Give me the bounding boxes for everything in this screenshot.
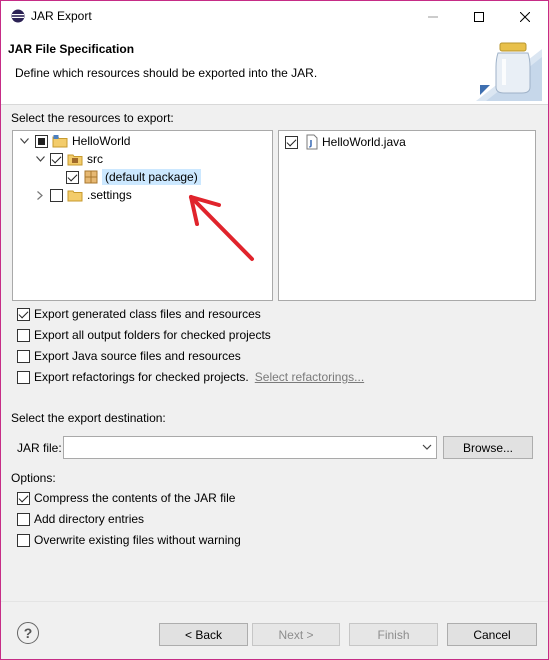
- tree-node-label: HelloWorld: [72, 134, 131, 148]
- window-title: JAR Export: [31, 9, 92, 23]
- minimize-button[interactable]: [410, 1, 456, 32]
- chevron-down-icon[interactable]: [422, 442, 432, 452]
- tree-node-settings[interactable]: .settings: [34, 186, 132, 204]
- tree-node-label: (default package): [102, 169, 201, 185]
- cancel-button[interactable]: Cancel: [447, 623, 537, 646]
- close-button[interactable]: [502, 1, 548, 32]
- list-item-label: HelloWorld.java: [322, 135, 406, 149]
- helloworld-java-checkbox[interactable]: [285, 135, 298, 149]
- jar-wizard-icon: [476, 42, 542, 101]
- tree-node-helloworld[interactable]: HelloWorld: [18, 132, 130, 150]
- export-refactorings-option[interactable]: Export refactorings for checked projects…: [17, 370, 364, 384]
- page-title: JAR File Specification: [8, 42, 135, 56]
- option-label: Export refactorings for checked projects…: [34, 370, 249, 384]
- chevron-down-icon[interactable]: [34, 153, 46, 165]
- export-refactorings-checkbox[interactable]: [17, 370, 30, 384]
- next-button[interactable]: Next >: [252, 623, 340, 646]
- browse-button[interactable]: Browse...: [443, 436, 533, 459]
- file-list[interactable]: J HelloWorld.java: [278, 130, 536, 301]
- resources-label: Select the resources to export:: [11, 111, 174, 125]
- export-java-source-checkbox[interactable]: [17, 349, 30, 363]
- close-icon: [520, 11, 530, 22]
- help-icon: ?: [23, 625, 33, 641]
- default-package-checkbox[interactable]: [66, 170, 79, 184]
- finish-button[interactable]: Finish: [349, 623, 438, 646]
- compress-option[interactable]: Compress the contents of the JAR file: [17, 491, 235, 505]
- folder-icon: [67, 190, 83, 202]
- eclipse-icon: [11, 9, 25, 23]
- help-button[interactable]: ?: [17, 622, 39, 644]
- destination-label: Select the export destination:: [11, 411, 166, 425]
- maximize-icon: [474, 11, 484, 22]
- overwrite-checkbox[interactable]: [17, 533, 30, 547]
- directory-entries-option[interactable]: Add directory entries: [17, 512, 144, 526]
- java-file-icon: J: [306, 134, 318, 150]
- maximize-button[interactable]: [456, 1, 502, 32]
- source-folder-icon: [67, 154, 83, 166]
- wizard-banner: JAR File Specification Define which reso…: [1, 32, 548, 105]
- export-output-folders-option[interactable]: Export all output folders for checked pr…: [17, 328, 271, 342]
- list-item-helloworld-java[interactable]: J HelloWorld.java: [285, 133, 406, 151]
- tree-node-src[interactable]: src: [34, 150, 103, 168]
- annotation-arrow: [189, 195, 254, 261]
- option-label: Export Java source files and resources: [34, 349, 241, 363]
- title-bar: JAR Export: [1, 1, 548, 32]
- export-class-files-checkbox[interactable]: [17, 307, 30, 321]
- compress-checkbox[interactable]: [17, 491, 30, 505]
- option-label: Overwrite existing files without warning: [34, 533, 241, 547]
- project-folder-icon: [52, 135, 68, 148]
- tree-node-label: .settings: [87, 188, 132, 202]
- option-label: Compress the contents of the JAR file: [34, 491, 236, 505]
- export-output-folders-checkbox[interactable]: [17, 328, 30, 342]
- jar-export-dialog: JAR Export JAR File Specification Define…: [0, 0, 549, 660]
- footer-divider: [1, 601, 548, 602]
- minimize-icon: [428, 16, 438, 17]
- overwrite-option[interactable]: Overwrite existing files without warning: [17, 533, 241, 547]
- chevron-down-icon[interactable]: [18, 135, 30, 147]
- helloworld-checkbox[interactable]: [35, 134, 48, 148]
- option-label: Add directory entries: [34, 512, 145, 526]
- back-button[interactable]: < Back: [159, 623, 248, 646]
- select-refactorings-link[interactable]: Select refactorings...: [255, 370, 364, 384]
- jar-file-label: JAR file:: [17, 441, 62, 455]
- option-label: Export all output folders for checked pr…: [34, 328, 271, 342]
- package-icon: [84, 170, 98, 184]
- option-label: Export generated class files and resourc…: [34, 307, 261, 321]
- tree-node-default-package[interactable]: (default package): [66, 168, 201, 186]
- jar-file-combo[interactable]: [63, 436, 437, 459]
- tree-node-label: src: [87, 152, 103, 166]
- export-java-source-option[interactable]: Export Java source files and resources: [17, 349, 241, 363]
- src-checkbox[interactable]: [50, 152, 63, 166]
- svg-text:J: J: [309, 139, 313, 148]
- settings-checkbox[interactable]: [50, 188, 63, 202]
- options-label: Options:: [11, 471, 56, 485]
- directory-entries-checkbox[interactable]: [17, 512, 30, 526]
- chevron-right-icon[interactable]: [34, 189, 46, 201]
- page-description: Define which resources should be exporte…: [15, 66, 318, 80]
- export-class-files-option[interactable]: Export generated class files and resourc…: [17, 307, 261, 321]
